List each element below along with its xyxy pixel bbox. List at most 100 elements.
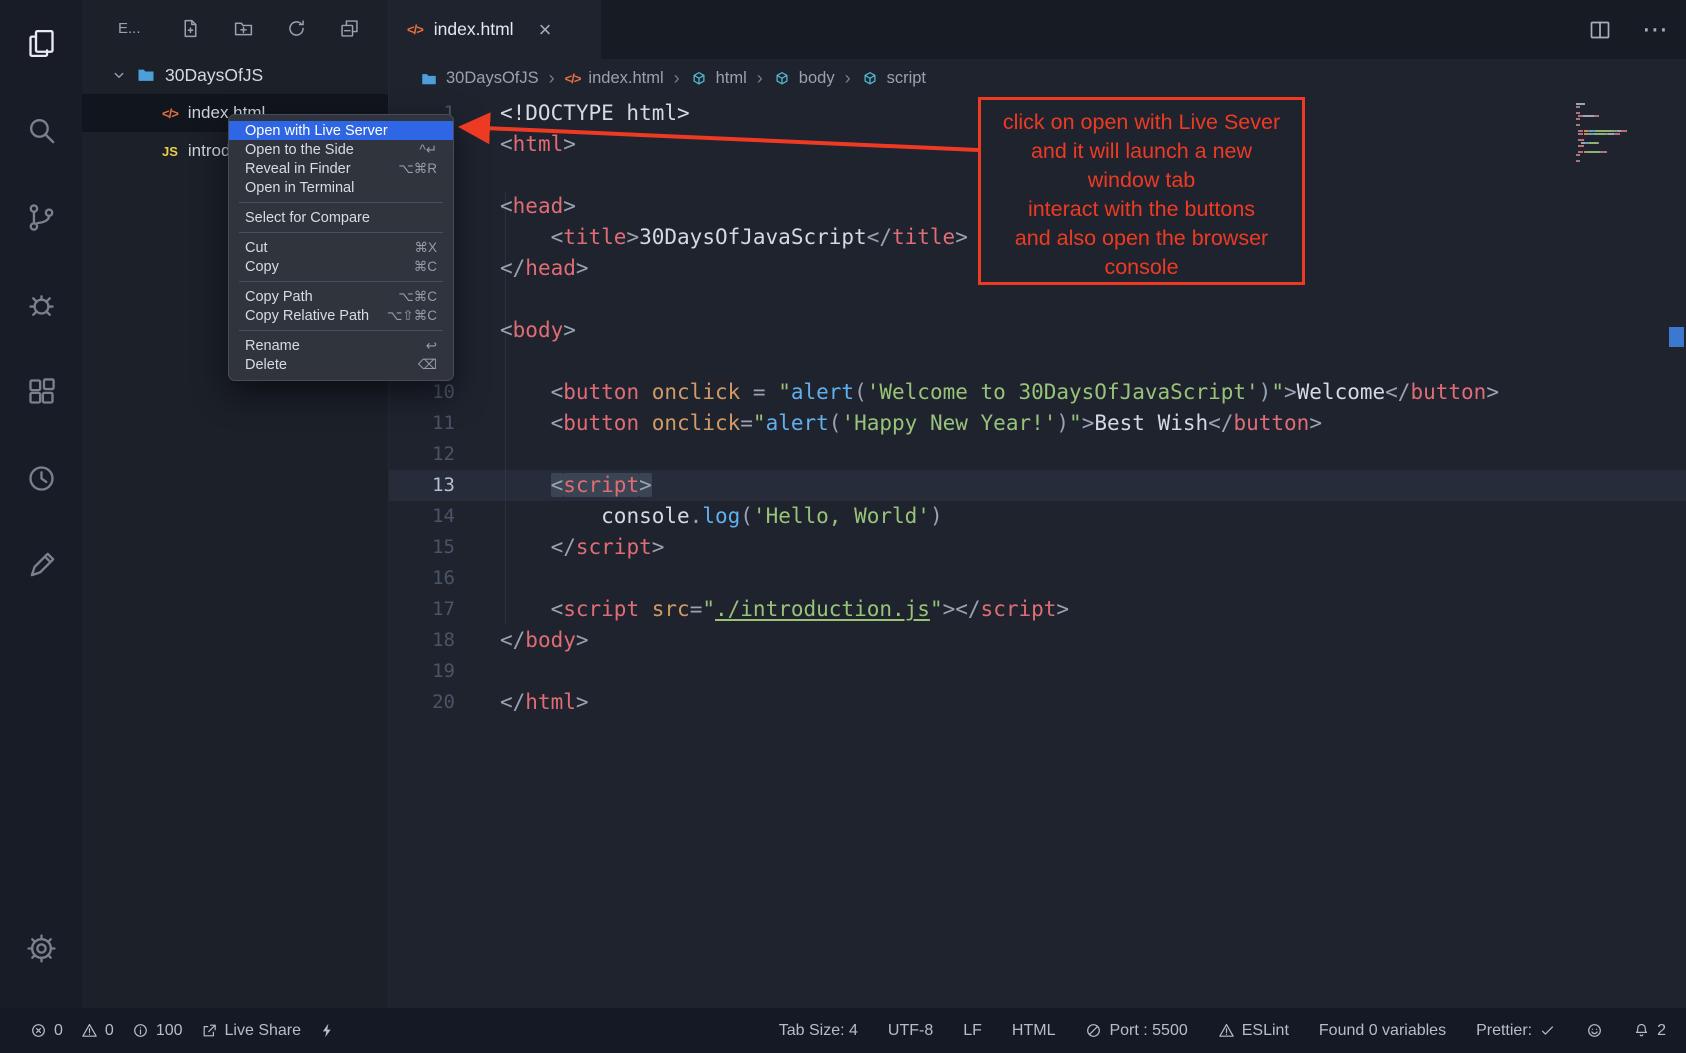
activity-settings[interactable]	[0, 905, 82, 992]
edit-icon	[25, 549, 58, 582]
code-line-16[interactable]: 16	[389, 563, 1686, 594]
overview-ruler-mark	[1669, 327, 1684, 347]
status-feedback-smiley[interactable]	[1586, 1022, 1603, 1039]
menu-item-copy-relative-path[interactable]: Copy Relative Path⌥⇧⌘C	[229, 306, 453, 325]
menu-item-open-to-the-side[interactable]: Open to the Side^↵	[229, 140, 453, 159]
status-variables[interactable]: Found 0 variables	[1319, 1022, 1446, 1040]
activity-search[interactable]	[0, 87, 82, 174]
menu-item-reveal-in-finder[interactable]: Reveal in Finder⌥⌘R	[229, 159, 453, 178]
context-menu: Open with Live ServerOpen to the Side^↵R…	[228, 114, 454, 381]
collapse-all-button[interactable]	[339, 18, 360, 39]
code-line-7[interactable]: 7	[389, 284, 1686, 315]
activity-explorer[interactable]	[0, 0, 82, 87]
activity-history[interactable]	[0, 435, 82, 522]
menu-shortcut: ^↵	[419, 142, 437, 158]
git-icon	[25, 201, 58, 234]
status-tab-size[interactable]: Tab Size: 4	[779, 1022, 858, 1040]
new-folder-icon	[233, 18, 254, 39]
status-errors[interactable]: 0	[30, 1022, 63, 1040]
status-prettier[interactable]: Prettier:	[1476, 1022, 1556, 1040]
breadcrumb-separator: ›	[549, 68, 555, 89]
line-number: 10	[389, 377, 455, 408]
status-eslint[interactable]: ESLint	[1218, 1022, 1289, 1040]
menu-separator	[239, 202, 443, 203]
more-actions-icon[interactable]: ⋯	[1642, 14, 1668, 45]
menu-item-delete[interactable]: Delete⌫	[229, 355, 453, 374]
status-notifications[interactable]: 2	[1633, 1022, 1666, 1040]
line-number: 12	[389, 439, 455, 470]
status-quick-action[interactable]	[319, 1022, 336, 1039]
new-file-button[interactable]	[180, 18, 201, 39]
status-warnings[interactable]: 0	[81, 1022, 114, 1040]
activity-run-debug[interactable]	[0, 261, 82, 348]
folder-row-30daysofjs[interactable]: 30DaysOfJS	[82, 56, 388, 94]
code-line-12[interactable]: 12	[389, 439, 1686, 470]
liveshare-icon	[201, 1022, 218, 1039]
status-bar: 00 100 Live Share Tab Size: 4 UTF-8 LF HTML Po…	[0, 1008, 1686, 1053]
menu-item-cut[interactable]: Cut⌘X	[229, 238, 453, 257]
new-folder-button[interactable]	[233, 18, 254, 39]
folder-icon	[420, 70, 438, 88]
menu-item-select-for-compare[interactable]: Select for Compare	[229, 208, 453, 227]
menu-shortcut: ⌥⌘C	[398, 289, 437, 305]
smiley-icon	[1586, 1022, 1603, 1039]
menu-item-rename[interactable]: Rename↩	[229, 336, 453, 355]
breadcrumb-html[interactable]: html	[690, 69, 747, 88]
code-line-10[interactable]: 10 <button onclick = "alert('Welcome to …	[389, 377, 1686, 408]
tab-index-html[interactable]: </> index.html ×	[389, 0, 601, 59]
status-eol[interactable]: LF	[963, 1022, 982, 1040]
breadcrumb-script[interactable]: script	[861, 69, 926, 88]
bell-icon	[1633, 1022, 1650, 1039]
line-number: 18	[389, 625, 455, 656]
activity-source-control[interactable]	[0, 174, 82, 261]
code-line-19[interactable]: 19	[389, 656, 1686, 687]
symbol-icon	[773, 70, 791, 88]
menu-item-copy[interactable]: Copy⌘C	[229, 257, 453, 276]
html-file-icon: </>	[565, 71, 581, 86]
code-line-14[interactable]: 14 console.log('Hello, World')	[389, 501, 1686, 532]
refresh-button[interactable]	[286, 18, 307, 39]
history-icon	[25, 462, 58, 495]
indent-guide	[505, 191, 506, 625]
menu-item-open-in-terminal[interactable]: Open in Terminal	[229, 178, 453, 197]
code-line-8[interactable]: 8<body>	[389, 315, 1686, 346]
line-number: 15	[389, 532, 455, 563]
line-number: 13	[389, 470, 455, 501]
breadcrumb-30daysofjs[interactable]: 30DaysOfJS	[420, 69, 539, 88]
code-line-11[interactable]: 11 <button onclick="alert('Happy New Yea…	[389, 408, 1686, 439]
line-number: 17	[389, 594, 455, 625]
warning-icon	[81, 1022, 98, 1039]
status-info-count[interactable]: 100	[132, 1022, 183, 1040]
line-number: 11	[389, 408, 455, 439]
status-live-server-port[interactable]: Port : 5500	[1085, 1022, 1187, 1040]
status-live-share[interactable]: Live Share	[201, 1022, 302, 1040]
tab-close-icon[interactable]: ×	[539, 19, 552, 41]
code-line-18[interactable]: 18</body>	[389, 625, 1686, 656]
explorer-title: E...	[118, 20, 141, 37]
activity-feedback[interactable]	[0, 522, 82, 609]
folder-icon	[136, 65, 156, 85]
activity-extensions[interactable]	[0, 348, 82, 435]
line-number: 14	[389, 501, 455, 532]
error-icon	[30, 1022, 47, 1039]
sidebar-header: E...	[82, 0, 388, 56]
menu-shortcut: ⌘X	[414, 240, 437, 256]
menu-item-open-with-live-server[interactable]: Open with Live Server	[229, 121, 453, 140]
code-line-15[interactable]: 15 </script>	[389, 532, 1686, 563]
slash-icon	[1085, 1022, 1102, 1039]
minimap[interactable]	[1576, 103, 1664, 163]
breadcrumb: 30DaysOfJS›</>index.html›html›body›scrip…	[389, 59, 1686, 98]
breadcrumb-body[interactable]: body	[773, 69, 835, 88]
code-line-17[interactable]: 17 <script src="./introduction.js"></scr…	[389, 594, 1686, 625]
code-line-20[interactable]: 20</html>	[389, 687, 1686, 718]
chevron-down-icon	[110, 66, 128, 84]
split-editor-icon[interactable]	[1588, 18, 1612, 42]
code-line-13[interactable]: 13 <script>	[389, 470, 1686, 501]
status-encoding[interactable]: UTF-8	[888, 1022, 933, 1040]
menu-item-copy-path[interactable]: Copy Path⌥⌘C	[229, 287, 453, 306]
tab-bar: </> index.html × ⋯	[389, 0, 1686, 59]
info-icon	[132, 1022, 149, 1039]
breadcrumb-index-html[interactable]: </>index.html	[565, 69, 664, 88]
status-language-mode[interactable]: HTML	[1012, 1022, 1056, 1040]
code-line-9[interactable]: 9	[389, 346, 1686, 377]
